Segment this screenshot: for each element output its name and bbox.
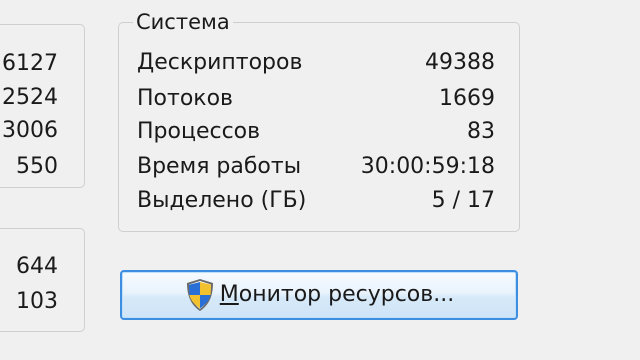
handles-label: Дескрипторов — [137, 50, 303, 75]
access-key: М — [219, 282, 239, 307]
left-stat-value: 644 — [16, 254, 58, 279]
processes-label: Процессов — [137, 119, 261, 144]
left-stat-value: 6127 — [2, 51, 58, 76]
resource-monitor-button[interactable]: Монитор ресурсов... — [120, 270, 518, 320]
left-stat-value: 103 — [16, 289, 58, 314]
threads-label: Потоков — [137, 86, 233, 111]
commit-value: 5 / 17 — [431, 188, 495, 213]
system-group: Система Дескрипторов 49388 Потоков 1669 … — [118, 10, 520, 232]
left-stat-value: 2524 — [2, 85, 58, 110]
left-stat-value: 3006 — [2, 118, 58, 143]
commit-label: Выделено (ГБ) — [137, 188, 307, 213]
processes-value: 83 — [467, 119, 495, 144]
uptime-label: Время работы — [137, 154, 302, 179]
resource-monitor-button-label: Монитор ресурсов... — [220, 282, 454, 308]
left-stat-value: 550 — [16, 154, 58, 179]
system-group-title: Система — [133, 10, 233, 34]
handles-value: 49388 — [425, 50, 495, 75]
resource-monitor-button-content: Монитор ресурсов... — [184, 278, 454, 312]
performance-tab: 6127 2524 3006 550 644 103 Система Дескр… — [0, 0, 640, 360]
left-stats-group-bottom: 644 103 — [0, 228, 85, 332]
uptime-value: 30:00:59:18 — [360, 154, 495, 179]
uac-shield-icon — [186, 279, 213, 311]
left-stats-group-top: 6127 2524 3006 550 — [0, 24, 85, 188]
threads-value: 1669 — [439, 86, 495, 111]
resource-monitor-button-label-rest: онитор ресурсов... — [238, 282, 455, 307]
